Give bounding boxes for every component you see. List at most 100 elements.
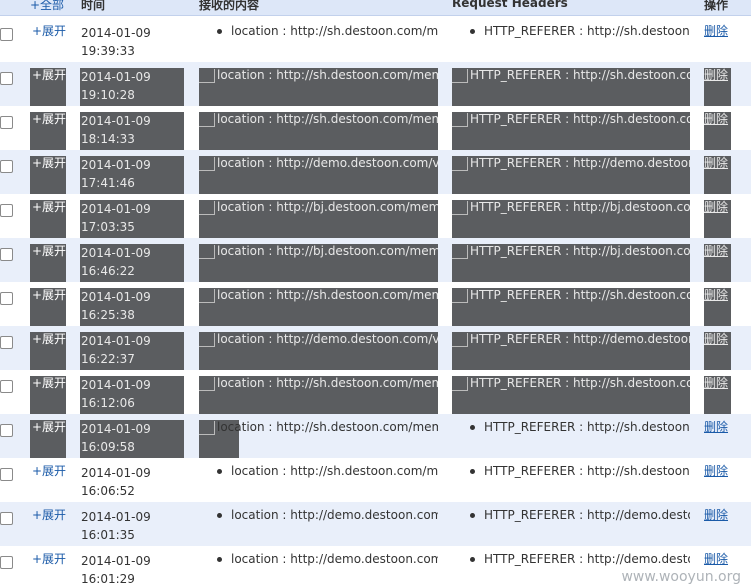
- location-text: location : http://demo.destoon.com/v5.0/: [231, 552, 438, 566]
- delete-link[interactable]: 删除: [704, 420, 731, 458]
- redaction-marker-icon: [452, 376, 468, 391]
- row-checkbox[interactable]: [0, 28, 13, 41]
- date-text: 2014-01-09: [81, 510, 151, 524]
- row-checkbox[interactable]: [0, 380, 13, 393]
- table-row: +展开 2014-01-09 16:25:38 location : http://s…: [0, 282, 751, 326]
- delete-link[interactable]: 删除: [704, 24, 731, 62]
- date-text: 2014-01-09: [81, 70, 151, 84]
- redaction-marker-icon: [452, 68, 468, 83]
- expand-link[interactable]: +展开: [30, 332, 66, 370]
- received-cell: location : http://demo.destoon.com/v5.0/: [199, 508, 438, 546]
- location-text: location : http://sh.destoon.com/member: [217, 68, 438, 82]
- referer-text: HTTP_REFERER : http://sh.destoon.co: [484, 24, 690, 38]
- bullet-icon: [470, 28, 475, 34]
- time-cell: 2014-01-09 16:25:38: [80, 288, 184, 326]
- time-text: 16:46:22: [81, 264, 135, 278]
- date-text: 2014-01-09: [81, 554, 151, 568]
- delete-link[interactable]: 删除: [704, 376, 731, 414]
- redaction-marker-icon: [452, 112, 468, 127]
- time-cell: 2014-01-09 17:41:46: [80, 156, 184, 194]
- row-checkbox[interactable]: [0, 160, 13, 173]
- headers-column-header: Request Headers: [452, 0, 568, 10]
- expand-link[interactable]: +展开: [30, 68, 66, 106]
- time-column-header: 时间: [81, 0, 106, 12]
- headers-cell: HTTP_REFERER : http://bj.destoon.com: [452, 200, 690, 238]
- row-checkbox[interactable]: [0, 292, 13, 305]
- row-checkbox[interactable]: [0, 512, 13, 525]
- received-cell: location : http://sh.destoon.com/member: [199, 68, 438, 106]
- bullet-icon: [217, 28, 222, 34]
- expand-link[interactable]: +展开: [30, 552, 66, 587]
- row-checkbox[interactable]: [0, 116, 13, 129]
- row-checkbox[interactable]: [0, 72, 13, 85]
- location-text: location : http://bj.destoon.com/member/: [217, 244, 438, 258]
- time-text: 16:22:37: [81, 352, 135, 366]
- delete-link[interactable]: 删除: [704, 332, 731, 370]
- date-text: 2014-01-09: [81, 26, 151, 40]
- location-text: location : http://sh.destoon.com/member: [217, 288, 438, 302]
- received-cell: location : http://bj.destoon.com/member/: [199, 200, 438, 238]
- row-checkbox[interactable]: [0, 336, 13, 349]
- expand-link[interactable]: +展开: [30, 24, 66, 62]
- table-row: +展开 2014-01-09 16:09:58 location : http://s…: [0, 414, 751, 458]
- time-text: 17:03:35: [81, 220, 135, 234]
- headers-cell: HTTP_REFERER : http://demo.destoon.: [452, 508, 690, 546]
- delete-link[interactable]: 删除: [704, 200, 731, 238]
- table-row: +展开 2014-01-09 16:12:06 location : http://s…: [0, 370, 751, 414]
- expand-link[interactable]: +展开: [30, 244, 66, 282]
- redaction-marker-icon: [452, 200, 468, 215]
- time-cell: 2014-01-09 19:10:28: [80, 68, 184, 106]
- date-text: 2014-01-09: [81, 378, 151, 392]
- row-checkbox[interactable]: [0, 556, 13, 569]
- table-row: +展开 2014-01-09 16:01:35 location : http://d…: [0, 502, 751, 546]
- date-text: 2014-01-09: [81, 202, 151, 216]
- headers-cell: HTTP_REFERER : http://sh.destoon.co: [452, 376, 690, 414]
- date-text: 2014-01-09: [81, 114, 151, 128]
- referer-text: HTTP_REFERER : http://sh.destoon.co: [484, 464, 690, 478]
- expand-link[interactable]: +展开: [30, 288, 66, 326]
- row-checkbox[interactable]: [0, 204, 13, 217]
- delete-link[interactable]: 删除: [704, 508, 731, 546]
- select-all-link[interactable]: +全部: [30, 0, 64, 13]
- referer-text: HTTP_REFERER : http://demo.destoon.: [470, 332, 690, 346]
- received-cell: location : http://demo.destoon.com/v5.0/: [199, 332, 438, 370]
- referer-text: HTTP_REFERER : http://sh.destoon.co: [484, 420, 690, 434]
- row-checkbox[interactable]: [0, 248, 13, 261]
- time-text: 16:12:06: [81, 396, 135, 410]
- location-text: location : http://demo.destoon.com/v5.0/: [231, 508, 438, 522]
- time-text: 16:01:35: [81, 528, 135, 542]
- delete-link[interactable]: 删除: [704, 244, 731, 282]
- expand-link[interactable]: +展开: [30, 376, 66, 414]
- expand-link[interactable]: +展开: [30, 112, 66, 150]
- headers-cell: HTTP_REFERER : http://sh.destoon.co: [452, 288, 690, 326]
- expand-link[interactable]: +展开: [30, 420, 66, 458]
- location-text: location : http://sh.destoon.com/member: [217, 112, 438, 126]
- delete-link[interactable]: 删除: [704, 68, 731, 106]
- redaction-marker-icon: [199, 156, 215, 171]
- headers-cell: HTTP_REFERER : http://sh.destoon.co: [452, 420, 690, 458]
- expand-link[interactable]: +展开: [30, 508, 66, 546]
- delete-link[interactable]: 删除: [704, 112, 731, 150]
- row-checkbox[interactable]: [0, 468, 13, 481]
- expand-link[interactable]: +展开: [30, 464, 66, 502]
- table-row: +展开 2014-01-09 16:06:52 location : http://s…: [0, 458, 751, 502]
- date-text: 2014-01-09: [81, 422, 151, 436]
- time-cell: 2014-01-09 16:22:37: [80, 332, 184, 370]
- time-cell: 2014-01-09 19:39:33: [80, 24, 184, 62]
- bullet-icon: [217, 468, 222, 474]
- row-checkbox[interactable]: [0, 424, 13, 437]
- expand-link[interactable]: +展开: [30, 200, 66, 238]
- location-text: location : http://bj.destoon.com/member/: [217, 200, 438, 214]
- watermark: www.wooyun.org: [621, 569, 741, 585]
- redaction-marker-icon: [199, 200, 215, 215]
- time-cell: 2014-01-09 16:46:22: [80, 244, 184, 282]
- location-text: location : http://demo.destoon.com/v5.0/: [217, 332, 438, 346]
- redaction-marker-icon: [452, 244, 468, 259]
- received-cell: location : http://sh.destoon.com/member: [199, 420, 438, 458]
- expand-link[interactable]: +展开: [30, 156, 66, 194]
- redaction-marker-icon: [199, 244, 215, 259]
- delete-link[interactable]: 删除: [704, 156, 731, 194]
- delete-link[interactable]: 删除: [704, 288, 731, 326]
- redaction-marker-icon: [199, 288, 215, 303]
- delete-link[interactable]: 删除: [704, 464, 731, 502]
